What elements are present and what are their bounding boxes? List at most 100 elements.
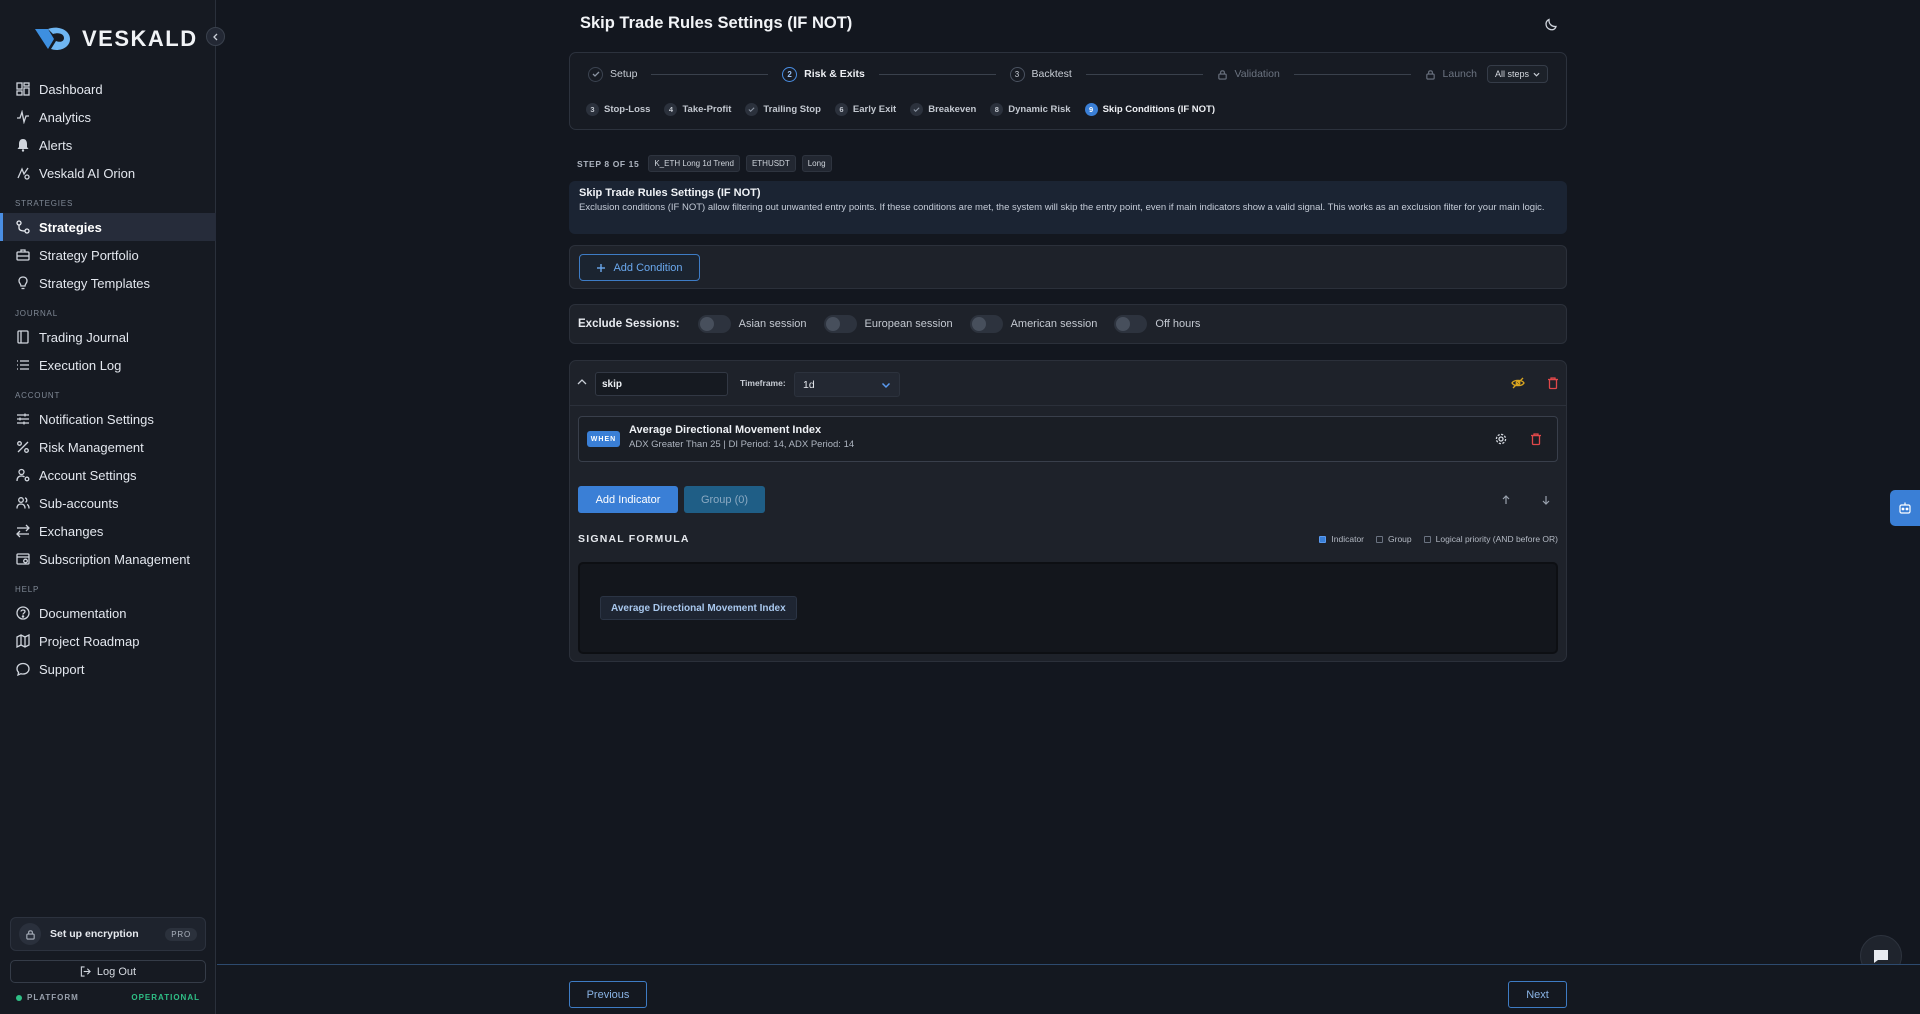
brand-logo[interactable]: VESKALD [34,26,198,52]
all-steps-dropdown[interactable]: All steps [1486,65,1548,83]
step-backtest[interactable]: 3 Backtest [1009,66,1072,82]
signal-formula-title: SIGNAL FORMULA [578,533,690,545]
logout-button[interactable]: Log Out [10,960,206,983]
sidebar-item-label: Notification Settings [39,411,154,427]
trash-icon[interactable] [1546,376,1560,390]
info-title: Skip Trade Rules Settings (IF NOT) [579,187,761,199]
chevron-left-icon [212,33,217,40]
sidebar-item-label: Analytics [39,109,92,125]
sidebar-item-execution-log[interactable]: Execution Log [0,351,216,379]
substep-trailing-stop[interactable]: Trailing Stop [745,103,821,116]
sidebar-item-risk-management[interactable]: Risk Management [0,433,216,461]
step-risk-exits[interactable]: 2 Risk & Exits [782,66,865,82]
veskald-logo-icon [35,27,70,50]
legend-group: Group [1376,534,1412,544]
step-number: 2 [782,66,798,82]
step-validation[interactable]: Validation [1217,68,1280,80]
indicator-card[interactable]: WHEN Average Directional Movement Index … [578,416,1558,462]
strategy-name-chip: K_ETH Long 1d Trend [648,155,740,172]
sidebar-item-alerts[interactable]: Alerts [0,131,216,159]
sidebar-item-dashboard[interactable]: Dashboard [0,75,216,103]
group-button[interactable]: Group (0) [684,486,765,513]
substep-take-profit[interactable]: 4 Take-Profit [664,103,731,116]
sidebar-item-exchanges[interactable]: Exchanges [0,517,216,545]
session-off-hours: Off hours [1114,315,1200,333]
sidebar-collapse-button[interactable] [206,27,225,46]
substep-stop-loss[interactable]: 3 Stop-Loss [586,103,650,116]
portfolio-icon [16,249,30,261]
step-label: Take-Profit [682,104,732,115]
step-setup[interactable]: Setup [588,66,637,82]
sidebar-item-subscription-management[interactable]: Subscription Management [0,545,216,573]
step-label: Early Exit [852,104,897,115]
all-steps-label: All steps [1494,69,1529,79]
lock-icon [19,923,41,945]
step-number: 3 [1009,66,1025,82]
wizard-stepper: Setup 2 Risk & Exits 3 Backtest Validati… [569,52,1567,130]
sidebar-item-notification-settings[interactable]: Notification Settings [0,405,216,433]
formula-indicator-chip[interactable]: Average Directional Movement Index [600,596,797,620]
timeframe-value: 1d [803,378,815,391]
sidebar-item-support[interactable]: Support [0,655,216,683]
chevron-down-icon [881,382,891,388]
substep-early-exit[interactable]: 6 Early Exit [834,103,897,116]
section-account: ACCOUNT [15,391,61,400]
assistant-side-tab[interactable] [1890,490,1920,526]
formula-legend: Indicator Group Logical priority (AND be… [1319,534,1558,544]
sliders-icon [17,413,29,425]
eye-off-icon[interactable] [1511,376,1525,390]
sidebar-item-orion[interactable]: Veskald AI Orion [0,159,216,187]
step-connector [1293,73,1411,75]
sidebar-item-documentation[interactable]: Documentation [0,599,216,627]
american-session-toggle[interactable] [969,315,1003,333]
info-box: Skip Trade Rules Settings (IF NOT) Exclu… [569,181,1567,234]
legend-indicator: Indicator [1319,534,1364,544]
users-icon [16,497,30,509]
sidebar-item-label: Strategy Templates [39,275,151,291]
substep-dynamic-risk[interactable]: 8 Dynamic Risk [990,103,1071,116]
sidebar-item-sub-accounts[interactable]: Sub-accounts [0,489,216,517]
trash-icon[interactable] [1529,432,1543,446]
percent-icon [17,441,29,453]
orion-icon [17,167,30,180]
sidebar-item-strategy-portfolio[interactable]: Strategy Portfolio [0,241,216,269]
legend-label: Logical priority (AND before OR) [1435,534,1558,544]
add-condition-button[interactable]: Add Condition [579,254,700,281]
previous-button[interactable]: Previous [569,981,647,1008]
substep-breakeven[interactable]: Breakeven [910,103,976,116]
step-connector [651,73,769,75]
timeframe-select[interactable]: 1d [794,372,900,397]
sidebar-item-strategies[interactable]: Strategies [0,213,216,241]
setup-encryption-card[interactable]: Set up encryption PRO [10,917,206,951]
sidebar-item-account-settings[interactable]: Account Settings [0,461,216,489]
step-meta: STEP 8 OF 15 K_ETH Long 1d Trend ETHUSDT… [577,155,832,172]
european-session-toggle[interactable] [823,315,857,333]
sidebar-item-label: Project Roadmap [39,633,140,649]
map-icon [16,634,30,648]
step-label: Dynamic Risk [1008,104,1071,115]
gear-icon[interactable] [1494,432,1508,446]
arrow-down-icon[interactable] [1540,494,1552,506]
sidebar-item-analytics[interactable]: Analytics [0,103,216,131]
lock-icon [1217,69,1227,80]
asian-session-toggle[interactable] [697,315,731,333]
analytics-icon [17,110,29,124]
chevron-up-icon[interactable] [576,376,588,388]
substep-skip-conditions[interactable]: 9 Skip Conditions (IF NOT) [1084,103,1215,116]
section-journal: JOURNAL [15,309,58,318]
off-hours-toggle[interactable] [1114,315,1148,333]
page-title: Skip Trade Rules Settings (IF NOT) [580,14,853,32]
step-launch[interactable]: Launch [1425,68,1477,80]
platform-status: OPERATIONAL [131,993,200,1002]
sidebar-item-project-roadmap[interactable]: Project Roadmap [0,627,216,655]
moon-icon[interactable] [1543,15,1561,33]
sidebar-item-strategy-templates[interactable]: Strategy Templates [0,269,216,297]
sidebar-item-trading-journal[interactable]: Trading Journal [0,323,216,351]
condition-header: Timeframe: 1d [570,361,1566,406]
step-connector [1085,73,1203,75]
next-button[interactable]: Next [1508,981,1567,1008]
arrow-up-icon[interactable] [1500,494,1512,506]
condition-name-input[interactable] [595,372,728,396]
add-indicator-button[interactable]: Add Indicator [578,486,678,513]
list-icon [17,360,29,370]
